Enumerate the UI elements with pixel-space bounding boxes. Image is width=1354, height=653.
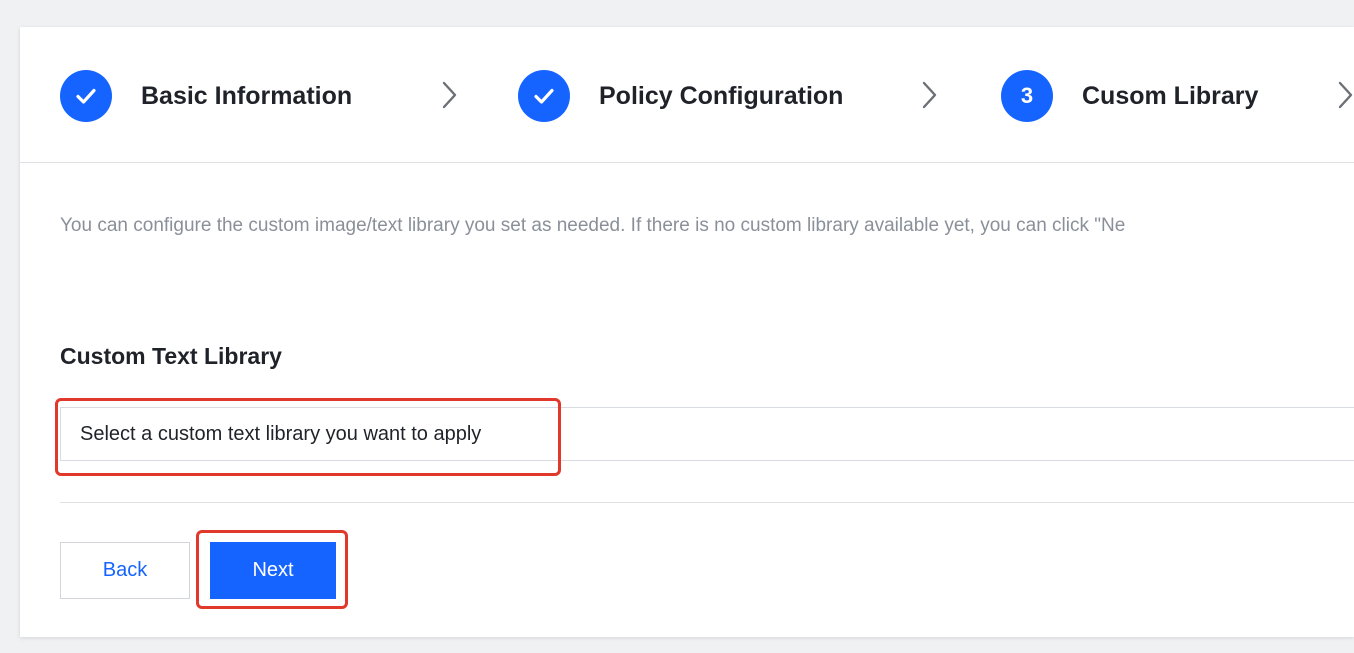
- check-icon: [518, 70, 570, 122]
- next-button[interactable]: Next: [210, 542, 336, 599]
- check-icon: [60, 70, 112, 122]
- section-title: Custom Text Library: [60, 343, 282, 369]
- step-basic-information[interactable]: Basic Information: [60, 70, 352, 122]
- step-number: 3: [1001, 70, 1053, 122]
- chevron-right-icon: [442, 81, 457, 109]
- intro-description: You can configure the custom image/text …: [60, 215, 1126, 236]
- step-policy-configuration[interactable]: Policy Configuration: [518, 70, 843, 122]
- step-label: Policy Configuration: [599, 81, 844, 110]
- chevron-right-icon: [922, 81, 937, 109]
- divider: [60, 502, 1354, 503]
- step-label: Cusom Library: [1082, 81, 1259, 110]
- select-placeholder: Select a custom text library you want to…: [80, 422, 482, 445]
- custom-library-card: Basic Information Policy Configuration 3…: [20, 27, 1354, 637]
- step-custom-library[interactable]: 3 Cusom Library: [1001, 70, 1258, 122]
- step-indicator: Basic Information Policy Configuration 3…: [20, 27, 1354, 163]
- step-label: Basic Information: [141, 81, 353, 110]
- back-button[interactable]: Back: [60, 542, 190, 599]
- chevron-right-icon: [1338, 81, 1353, 109]
- custom-text-library-select[interactable]: Select a custom text library you want to…: [60, 407, 1354, 461]
